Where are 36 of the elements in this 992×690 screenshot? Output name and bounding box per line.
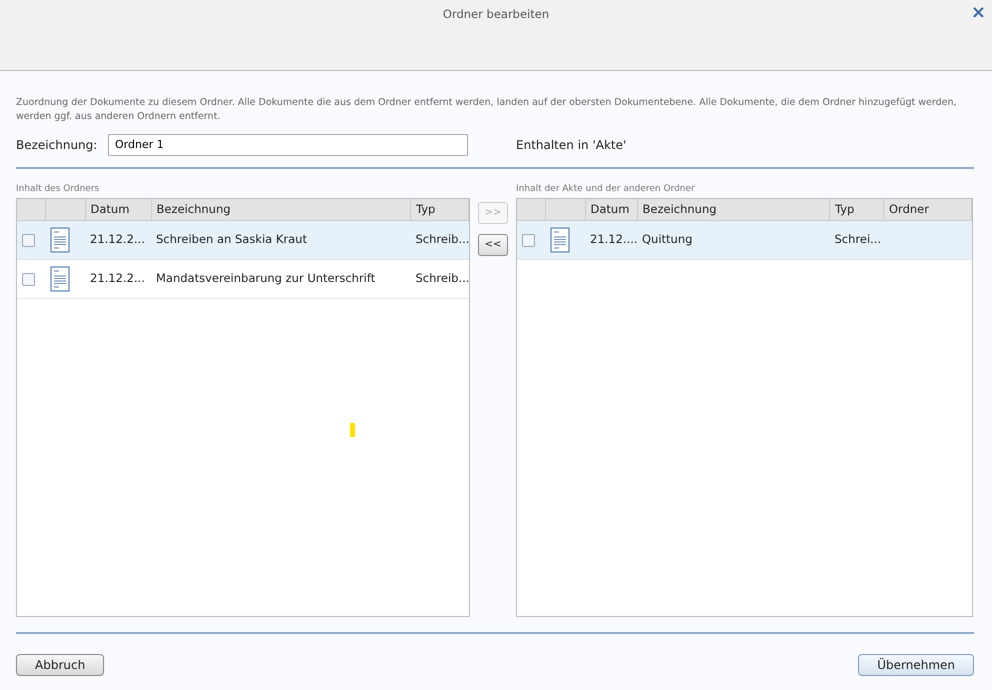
- table-cell: Mandatsvereinbarung zur Unterschrift: [156, 271, 376, 286]
- table-cell: Schreib...: [416, 232, 468, 246]
- name-input-field[interactable]: Ordner 1: [108, 134, 468, 156]
- table-cell: Quittung: [642, 232, 692, 246]
- column-header[interactable]: Bezeichnung: [637, 198, 830, 221]
- document-icon: [50, 227, 70, 254]
- column-header[interactable]: Typ: [830, 198, 884, 221]
- column-header[interactable]: Bezeichnung: [151, 198, 410, 221]
- table-cell: 21.12....: [590, 232, 637, 246]
- panel-title: Inhalt des Ordners: [16, 182, 100, 196]
- table-cell: 21.12.2...: [90, 232, 145, 246]
- document-icon: [50, 266, 70, 292]
- window-title: Ordner bearbeiten: [442, 6, 550, 23]
- field-label: Bezeichnung:: [16, 136, 98, 154]
- table-cell: Schreib...: [416, 271, 468, 286]
- table-cell: Schreiben an Saskia Kraut: [156, 232, 307, 246]
- apply-button[interactable]: Übernehmen: [858, 654, 974, 676]
- contained-in-label: Enthalten in 'Akte': [516, 136, 626, 154]
- description-text: Zuordnung der Dokumente zu diesem Ordner. Alle Dokumente die aus dem Ordner entfernt werden, landen auf der obersten Dokumentebene. Alle Dokumente, die dem Ordner hinzugefügt werden, werden ggf. aus anderen Ordnern entfernt.: [16, 96, 958, 124]
- move-button[interactable]: <<: [478, 234, 508, 256]
- close-button[interactable]: ×: [970, 2, 986, 24]
- checkbox[interactable]: [22, 272, 35, 286]
- checkbox[interactable]: [522, 234, 535, 247]
- table-cell: Schrei...: [834, 232, 882, 246]
- highlight-mark: [350, 422, 355, 437]
- table-row[interactable]: 21.12.2... Mandatsvereinbarung zur Unterschrift Schreib...: [17, 260, 468, 299]
- column-header[interactable]: Datum: [85, 198, 151, 221]
- table-row[interactable]: 21.12.... Quittung Schrei...: [517, 220, 972, 260]
- column-header[interactable]: Datum: [585, 198, 637, 221]
- document-icon: [550, 227, 570, 254]
- cancel-button[interactable]: Abbruch: [16, 654, 104, 676]
- column-header[interactable]: Ordner: [884, 198, 972, 221]
- checkbox[interactable]: [22, 234, 35, 247]
- panel-title: Inhalt der Akte und der anderen Ordner: [516, 182, 696, 196]
- table-cell: 21.12.2...: [90, 271, 145, 286]
- column-header[interactable]: Typ: [410, 198, 468, 221]
